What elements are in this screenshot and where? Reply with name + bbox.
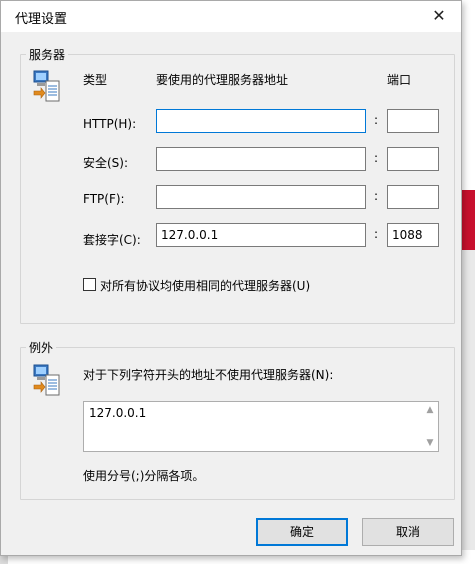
same-proxy-label[interactable]: 对所有协议均使用相同的代理服务器(U) <box>100 277 310 294</box>
title-bar: 代理设置 ✕ <box>1 1 461 32</box>
http-address-input[interactable] <box>156 109 366 133</box>
background-window-red-strip <box>462 190 475 250</box>
secure-address-input[interactable] <box>156 147 366 171</box>
port-column-header: 端口 <box>387 73 412 87</box>
exceptions-legend: 例外 <box>26 339 57 356</box>
exceptions-text: 127.0.0.1 <box>89 406 147 420</box>
scroll-down-icon[interactable]: ▼ <box>424 437 436 449</box>
ftp-colon: : <box>374 189 379 203</box>
ok-button[interactable]: 确定 <box>256 518 348 546</box>
background-window-area <box>462 250 475 550</box>
scroll-up-icon[interactable]: ▲ <box>424 404 436 416</box>
network-computer-icon <box>33 364 60 396</box>
socks-label: 套接字(C): <box>83 233 141 247</box>
exceptions-textarea[interactable]: 127.0.0.1 ▲ ▼ <box>83 401 439 452</box>
http-port-input[interactable] <box>387 109 439 133</box>
servers-legend: 服务器 <box>26 46 69 63</box>
ftp-label: FTP(F): <box>83 192 125 206</box>
type-column-header: 类型 <box>83 73 108 87</box>
ftp-port-input[interactable] <box>387 185 439 209</box>
network-computer-icon <box>33 70 60 102</box>
socks-address-input[interactable]: 127.0.0.1 <box>156 223 366 247</box>
exceptions-hint: 使用分号(;)分隔各项。 <box>83 469 205 483</box>
socks-port-input[interactable]: 1088 <box>387 223 439 247</box>
dialog-title: 代理设置 <box>15 12 68 27</box>
secure-colon: : <box>374 151 379 165</box>
secure-port-input[interactable] <box>387 147 439 171</box>
cancel-button[interactable]: 取消 <box>362 518 454 546</box>
ftp-address-input[interactable] <box>156 185 366 209</box>
close-button[interactable]: ✕ <box>417 1 461 32</box>
address-column-header: 要使用的代理服务器地址 <box>156 73 289 87</box>
socks-colon: : <box>374 227 379 241</box>
http-label: HTTP(H): <box>83 117 137 131</box>
same-proxy-checkbox[interactable] <box>83 278 96 291</box>
exceptions-description: 对于下列字符开头的地址不使用代理服务器(N): <box>83 368 334 382</box>
http-colon: : <box>374 113 379 127</box>
secure-label: 安全(S): <box>83 156 129 170</box>
proxy-settings-dialog: 代理设置 ✕ 服务器 类型 要使用的代理服务器地址 端口 HTTP(H): : … <box>0 0 462 556</box>
